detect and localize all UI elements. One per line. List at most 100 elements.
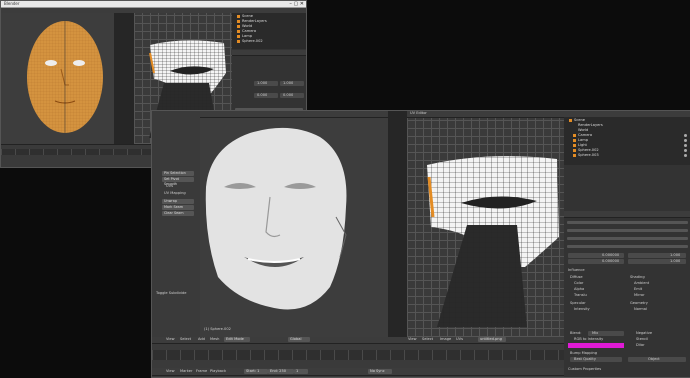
outliner-item[interactable]: Scene <box>242 14 253 18</box>
outliner-item[interactable]: Light <box>578 143 587 147</box>
value-text: 0.000000 <box>602 253 620 257</box>
negative-checkbox-label[interactable]: Negative <box>636 331 652 336</box>
menu-add[interactable]: Add <box>198 337 205 342</box>
outliner-item[interactable]: RenderLayers <box>242 19 267 23</box>
influence-row-label[interactable]: Translu <box>574 293 587 298</box>
camera-icon <box>573 134 576 137</box>
pin-selection-button[interactable]: Pin Selection <box>162 171 194 176</box>
start-frame-field[interactable]: Start: 1 <box>244 369 268 374</box>
end-frame-field[interactable]: End: 250 <box>268 369 294 374</box>
mesh-icon <box>237 40 240 43</box>
influence-row-label[interactable]: Emit <box>634 287 642 292</box>
uv-editor-title: UV Editor <box>410 111 427 115</box>
color-swatch-magenta[interactable] <box>568 343 624 348</box>
properties-tabs[interactable] <box>564 211 690 218</box>
outliner-item[interactable]: Camera <box>242 29 256 33</box>
scene-icon <box>237 15 240 18</box>
viewport-dark-middle <box>114 13 134 144</box>
uv-mapping-label[interactable]: UV Mapping <box>164 191 186 196</box>
influence-header[interactable]: Influence <box>568 268 585 273</box>
outliner-item[interactable]: World <box>578 128 588 132</box>
outliner-item[interactable]: Lamp <box>242 34 252 38</box>
timeline-menu-playback[interactable]: Playback <box>210 369 226 374</box>
rgb-to-intensity-label[interactable]: RGB to Intensity <box>574 337 603 342</box>
toggle-subdivide-label[interactable]: Toggle Subdivide <box>156 291 186 296</box>
timeline-menu-view[interactable]: View <box>166 369 175 374</box>
visibility-eye-icon[interactable] <box>684 144 687 147</box>
value-text: 1.000 <box>283 81 294 85</box>
image-name-field[interactable]: untitled.png <box>478 337 506 342</box>
window-controls[interactable]: – ▢ ✕ <box>289 1 304 7</box>
scene-icon <box>569 119 572 122</box>
light-icon <box>573 144 576 147</box>
diffuse-label: Diffuse <box>570 275 583 279</box>
uv-menu-select[interactable]: Select <box>422 337 433 342</box>
window-blender-large: Pin Selection Set Pivot Smooth UVs UV Ma… <box>151 110 690 378</box>
menu-view[interactable]: View <box>166 337 175 342</box>
set-pivot-button[interactable]: Set Pivot Smooth <box>162 177 194 186</box>
menu-select[interactable]: Select <box>180 337 191 342</box>
visibility-eye-icon[interactable] <box>684 149 687 152</box>
value-text: 0.000000 <box>602 259 620 263</box>
custom-properties-header[interactable]: Custom Properties <box>568 367 601 372</box>
blend-label: Blend: <box>570 331 582 335</box>
window-titlebar: Blender – ▢ ✕ <box>1 1 306 8</box>
timeline-ruler[interactable] <box>152 350 564 360</box>
property-row[interactable] <box>567 237 688 240</box>
specular-label: Specular <box>570 301 586 305</box>
outliner-item[interactable]: Lamp <box>578 138 588 142</box>
unwrap-button[interactable]: Unwrap <box>162 199 194 204</box>
shading-label: Shading <box>630 275 645 279</box>
outliner-item[interactable]: RenderLayers <box>578 123 603 127</box>
visibility-eye-icon[interactable] <box>684 154 687 157</box>
outliner-item[interactable]: Scene <box>574 118 585 122</box>
pivot-select[interactable]: Global <box>288 337 310 342</box>
value-text: 1.000 <box>670 259 681 263</box>
properties-tabs[interactable] <box>232 50 306 56</box>
tool-shelf: Pin Selection Set Pivot Smooth UVs UV Ma… <box>152 111 200 337</box>
mode-select[interactable]: Edit Mode <box>224 337 250 342</box>
timeline-large[interactable]: View Marker Frame Playback Start: 1 End:… <box>152 343 564 377</box>
influence-row-label[interactable]: Color <box>574 281 583 286</box>
outliner-item[interactable]: Sphere.002 <box>578 148 599 152</box>
property-row[interactable] <box>567 229 688 232</box>
uv-editor-large[interactable]: UV Editor <box>407 111 564 337</box>
outliner-item[interactable]: Sphere.002 <box>242 39 263 43</box>
influence-row-label[interactable]: Ambient <box>634 281 649 286</box>
viewport-object-label: (1) Sphere.002 <box>204 327 231 331</box>
viewport-3d[interactable] <box>1 13 114 144</box>
menu-mesh[interactable]: Mesh <box>210 337 219 342</box>
value-text: 1.000 <box>257 81 268 85</box>
uvs-section-label[interactable]: UVs <box>166 184 173 189</box>
uv-menu-image[interactable]: Image <box>440 337 451 342</box>
timeline-menu-marker[interactable]: Marker <box>180 369 192 374</box>
mesh-icon <box>573 149 576 152</box>
lamp-icon <box>237 35 240 38</box>
outliner-item[interactable]: Sphere.003 <box>578 153 599 157</box>
sync-select[interactable]: No Sync <box>368 369 392 374</box>
timeline-menu-frame[interactable]: Frame <box>196 369 207 374</box>
stencil-checkbox-label[interactable]: Stencil <box>636 337 648 342</box>
mesh-icon <box>573 154 576 157</box>
uv-menu-uvs[interactable]: UVs <box>456 337 463 342</box>
mark-seam-button[interactable]: Mark Seam <box>162 205 194 210</box>
layers-icon <box>237 20 240 23</box>
outliner-item[interactable]: Camera <box>578 133 592 137</box>
uv-mesh <box>427 156 559 327</box>
influence-row-label[interactable]: Intensity <box>574 307 590 312</box>
current-frame-field[interactable]: 1 <box>294 369 308 374</box>
influence-row-label[interactable]: Normal <box>634 307 647 312</box>
property-row[interactable] <box>567 245 688 248</box>
influence-row-label[interactable]: Alpha <box>574 287 584 292</box>
viewport-3d-large[interactable]: (1) Sphere.002 <box>200 111 388 337</box>
outliner-item[interactable]: World <box>242 24 252 28</box>
outliner: Scene RenderLayers World Camera Lamp Lig… <box>564 117 690 165</box>
uv-menu-view[interactable]: View <box>408 337 417 342</box>
visibility-eye-icon[interactable] <box>684 139 687 142</box>
method-value: Best Quality <box>574 357 596 361</box>
property-row[interactable] <box>567 221 688 224</box>
clear-seam-button[interactable]: Clear Seam <box>162 211 194 216</box>
dvar-label[interactable]: DVar <box>636 343 645 348</box>
influence-row-label[interactable]: Mirror <box>634 293 645 298</box>
visibility-eye-icon[interactable] <box>684 134 687 137</box>
